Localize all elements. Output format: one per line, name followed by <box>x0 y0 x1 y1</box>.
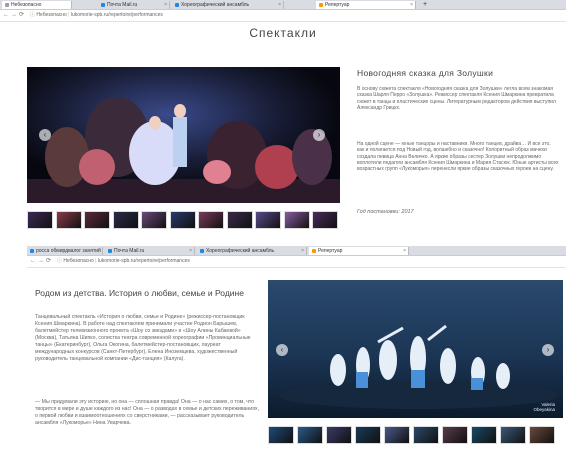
url-text: lukomorie-spb.ru/repertoire/performances <box>70 12 163 18</box>
prev-slide-button[interactable]: ‹ <box>39 129 51 141</box>
gallery-thumbnail[interactable] <box>55 211 82 229</box>
reload-icon[interactable]: ⟳ <box>19 10 24 21</box>
stage-scene-image <box>27 67 340 203</box>
tab-favicon-icon <box>30 249 34 253</box>
gallery-thumbnail[interactable] <box>413 426 439 444</box>
browser-tab[interactable]: Хореографический ансамбль × <box>172 1 284 9</box>
gallery-thumbnail[interactable] <box>112 211 139 229</box>
lock-icon: ⓘ <box>57 258 63 264</box>
tab-favicon-icon <box>319 3 323 7</box>
tab-label: Репертуар <box>325 2 350 8</box>
security-label: Небезопасно <box>36 12 67 18</box>
gallery-thumbnail[interactable] <box>226 211 253 229</box>
next-slide-button[interactable]: › <box>542 344 554 356</box>
gallery-thumbnail[interactable] <box>529 426 555 444</box>
gallery-thumbnail[interactable] <box>384 426 410 444</box>
photo-caption: Valeria Obeyakina <box>533 402 555 412</box>
browser-tab[interactable]: Репертуар × <box>309 247 409 255</box>
address-field[interactable]: ⓘ Небезопасно | lukomorie-spb.ru/reperto… <box>57 256 190 267</box>
tab-label: Почта Mail.ru <box>114 248 145 254</box>
close-icon[interactable]: × <box>278 1 281 9</box>
browser-tab[interactable]: росса обмирдвалог занятий <box>27 247 103 255</box>
gallery-thumbnail[interactable] <box>471 426 497 444</box>
tab-favicon-icon <box>5 3 9 7</box>
show2-paragraph: Танцевальный спектакль «История о любви,… <box>35 314 251 362</box>
gallery-thumbnail[interactable] <box>169 211 196 229</box>
browser-tab[interactable]: Почта Mail.ru × <box>105 247 195 255</box>
prev-slide-button[interactable]: ‹ <box>276 344 288 356</box>
bottom-address-bar: ← → ⟳ ⓘ Небезопасно | lukomorie-spb.ru/r… <box>27 256 566 268</box>
back-icon[interactable]: ← <box>3 10 9 21</box>
gallery-thumbnail[interactable] <box>355 426 381 444</box>
gallery-thumbnail[interactable] <box>326 426 352 444</box>
gallery-thumbnail[interactable] <box>297 426 323 444</box>
gallery-thumbnail[interactable] <box>198 211 224 229</box>
tab-favicon-icon <box>101 3 105 7</box>
page-title: Спектакли <box>249 26 317 40</box>
show2-paragraph: — Мы придумали эту историю, но она — спл… <box>35 399 260 426</box>
close-icon[interactable]: × <box>410 1 413 9</box>
tab-favicon-icon <box>312 249 316 253</box>
close-icon[interactable]: × <box>301 247 304 255</box>
tab-label: Хореографический ансамбль <box>181 2 250 8</box>
gallery-thumbnail[interactable] <box>283 211 310 229</box>
tab-favicon-icon <box>200 249 204 253</box>
browser-tab[interactable]: Репертуар × <box>316 1 416 9</box>
forward-icon[interactable]: → <box>38 256 44 267</box>
tab-favicon-icon <box>175 3 179 7</box>
stage-scene-image <box>268 280 563 418</box>
top-address-bar: ← → ⟳ ⓘ Небезопасно | lukomorie-spb.ru/r… <box>0 10 566 22</box>
tab-label: росса обмирдвалог занятий <box>36 248 101 254</box>
tab-label: Хореографический ансамбль <box>206 248 275 254</box>
top-tab-bar: Небезопасно Почта Mail.ru × Хореографиче… <box>0 0 566 10</box>
show1-paragraph: В основу сюжета спектакля «Новогодняя ск… <box>357 86 556 111</box>
gallery-thumbnail[interactable] <box>268 426 294 444</box>
back-icon[interactable]: ← <box>30 256 36 267</box>
reload-icon[interactable]: ⟳ <box>46 256 51 267</box>
show1-title: Новогодняя сказка для Золушки <box>357 68 494 78</box>
address-field[interactable]: ⓘ Небезопасно | lukomorie-spb.ru/reperto… <box>30 10 163 21</box>
tab-label: Небезопасно <box>11 2 42 8</box>
browser-tab[interactable]: Хореографический ансамбль × <box>197 247 307 255</box>
next-slide-button[interactable]: › <box>313 129 325 141</box>
gallery-thumbnail[interactable] <box>500 426 526 444</box>
close-icon[interactable]: × <box>189 247 192 255</box>
show1-paragraph: На одной сцене — юные танцоры и наставни… <box>357 141 559 173</box>
gallery-thumbnail[interactable] <box>141 211 167 229</box>
close-icon[interactable]: × <box>164 1 167 9</box>
browser-tab[interactable]: Небезопасно <box>2 1 72 9</box>
gallery-thumbnail[interactable] <box>84 211 110 229</box>
show1-year: Год постановки: 2017 <box>357 209 414 215</box>
gallery-thumbnail[interactable] <box>442 426 468 444</box>
tab-favicon-icon <box>108 249 112 253</box>
lock-icon: ⓘ <box>30 12 36 18</box>
security-label: Небезопасно <box>63 258 94 264</box>
gallery-thumbnail[interactable] <box>255 211 281 229</box>
tab-label: Почта Mail.ru <box>107 2 138 8</box>
browser-tab[interactable]: Почта Mail.ru × <box>98 1 170 9</box>
new-tab-button[interactable]: + <box>418 1 432 9</box>
show2-title: Родом из детства. История о любви, семье… <box>35 288 244 298</box>
url-text: lukomorie-spb.ru/repertoire/performances <box>97 258 190 264</box>
gallery-thumbnail[interactable] <box>27 211 53 229</box>
bottom-tab-bar: росса обмирдвалог занятий Почта Mail.ru … <box>27 246 566 256</box>
close-icon[interactable]: × <box>403 247 406 255</box>
second-screenshot: росса обмирдвалог занятий Почта Mail.ru … <box>27 246 566 455</box>
show1-photo: ‹ › <box>27 67 340 203</box>
forward-icon[interactable]: → <box>11 10 17 21</box>
tab-label: Репертуар <box>318 248 343 254</box>
show2-photo: ‹ › Valeria Obeyakina <box>268 280 563 418</box>
gallery-thumbnail[interactable] <box>312 211 338 229</box>
